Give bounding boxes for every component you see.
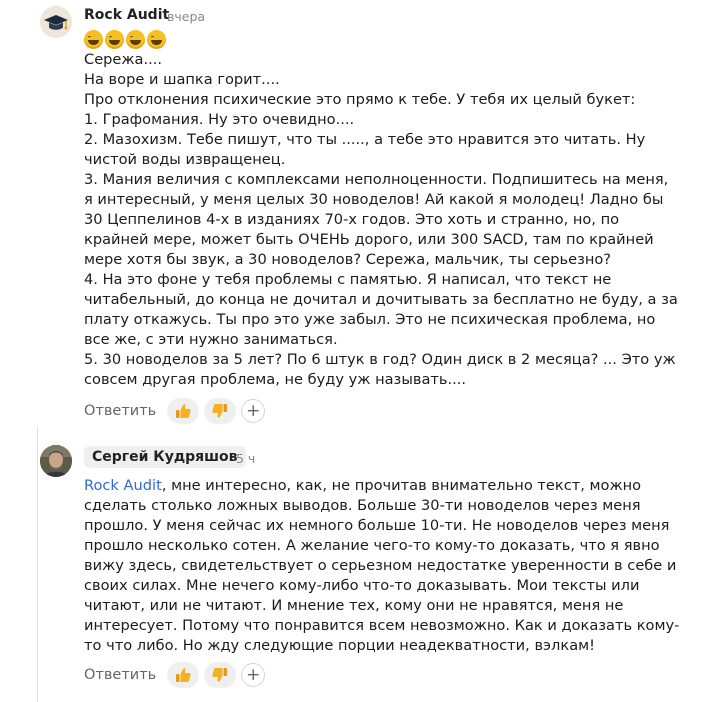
comment-line: Rock Audit, мне интересно, как, не прочи… — [84, 476, 674, 496]
comment-line: плату откажусь. Ты про это уже забыл. Эт… — [84, 311, 656, 328]
comment-line: 1. Графомания. Ну это очевидно.... — [84, 111, 355, 128]
comment-line: своих силах. Мне нечего кому-либо что-то… — [84, 577, 640, 594]
comment-line: 5. 30 новоделов за 5 лет? По 6 штук в го… — [84, 351, 676, 368]
comment-line: все же, с эти нужно заниматься. — [84, 331, 338, 348]
laughing-face-icon — [147, 30, 166, 49]
comment-line: то что либо. Но жду следующие порции неа… — [84, 637, 596, 654]
comment-time: 5 ч — [236, 451, 256, 466]
comment-actions: Ответить + — [84, 662, 266, 688]
comment-author[interactable]: Rock Audit — [84, 7, 169, 23]
comment-line: 4. На это фоне у тебя проблемы с памятью… — [84, 271, 612, 288]
comment-line: сделать столько ложных выводов. Больше 3… — [84, 497, 641, 514]
thumbs-up-icon — [176, 668, 191, 682]
comment-line: Сережа.... — [84, 51, 163, 68]
comment-line: читабельный, до конца не дочитал и дочит… — [84, 291, 678, 308]
add-reaction-button[interactable]: + — [241, 399, 266, 423]
emoji-row — [84, 30, 166, 49]
graduation-cap-icon — [40, 6, 72, 38]
add-reaction-button[interactable]: + — [241, 663, 266, 687]
thumbs-down-icon — [212, 404, 228, 418]
reply-button[interactable]: Ответить — [84, 667, 156, 683]
comment-line: совсем другая проблема, не буду уж назыв… — [84, 371, 467, 388]
comment-line: На воре и шапка горит.... — [84, 71, 280, 88]
comment-time: вчера — [167, 9, 206, 24]
comment-line-rest: , мне интересно, как, не прочитав внимат… — [161, 477, 642, 494]
comment-line: читают, или не читают. И мнение тех, ком… — [84, 597, 624, 614]
comment-line: я интересный, у меня целых 30 новоделов!… — [84, 191, 664, 208]
comment-line: 2. Мазохизм. Тебе пишут, что ты ....., а… — [84, 131, 646, 148]
comment-line: 3. Мания величия с комплексами неполноце… — [84, 171, 669, 188]
thumbs-down-icon — [212, 668, 228, 682]
comment-line: чистой воды извращенец. — [84, 151, 286, 168]
comment-line: вижу здесь, свидетельствует о серьезном … — [84, 557, 677, 574]
like-button[interactable] — [167, 662, 200, 688]
comment-line: прошло несколько сотен. А желание чего-т… — [84, 537, 660, 554]
thumbs-up-icon — [176, 404, 191, 418]
comment-author[interactable]: Сергей Кудряшов — [84, 446, 246, 468]
comment-line: Про отклонения психические это прямо к т… — [84, 91, 636, 108]
comment-text: Сережа.... На воре и шапка горит.... Про… — [84, 50, 678, 390]
laughing-face-icon — [84, 30, 103, 49]
avatar[interactable] — [40, 6, 72, 38]
dislike-button[interactable] — [204, 662, 237, 688]
comment-line: прошло. У меня сейчас их немного больше … — [84, 517, 670, 534]
dislike-button[interactable] — [204, 398, 237, 424]
comment-actions: Ответить + — [84, 398, 266, 424]
like-button[interactable] — [167, 398, 200, 424]
avatar[interactable] — [40, 445, 72, 477]
comment-line: интересует. Потому что понравится всем н… — [84, 617, 680, 634]
reply-button[interactable]: Ответить — [84, 403, 156, 419]
laughing-face-icon — [105, 30, 124, 49]
comment-text: Rock Audit, мне интересно, как, не прочи… — [84, 476, 680, 656]
comment-line: 30 Цеппелинов 4-х в изданиях 70-х годов.… — [84, 211, 620, 228]
laughing-face-icon — [126, 30, 145, 49]
user-photo-icon — [40, 445, 72, 477]
comment-line: мере хотя бы звук, а 30 новоделов? Сереж… — [84, 251, 612, 268]
mention-link[interactable]: Rock Audit — [84, 477, 162, 494]
comment-line: крайней мере, может быть ОЧЕНЬ дорого, и… — [84, 231, 654, 248]
thread-line — [37, 426, 38, 702]
